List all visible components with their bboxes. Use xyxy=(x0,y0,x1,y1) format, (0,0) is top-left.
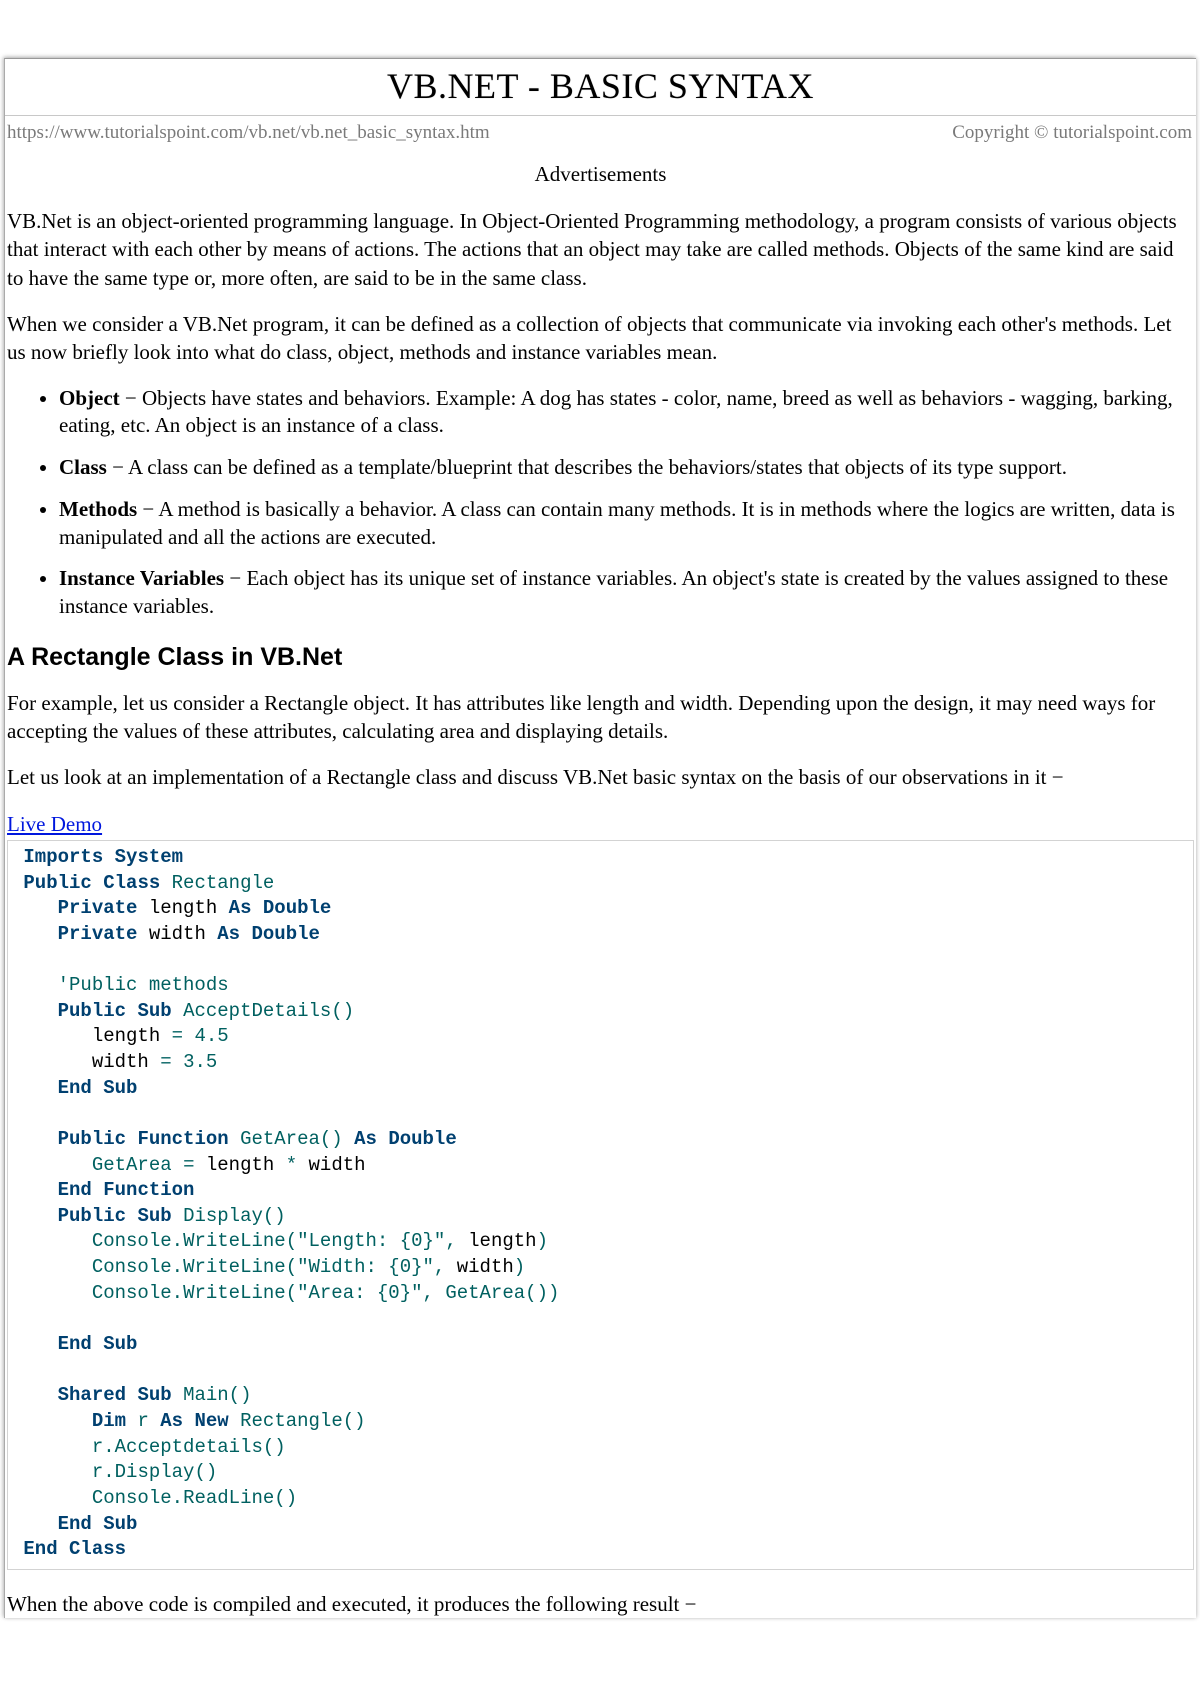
list-item: Object − Objects have states and behavio… xyxy=(59,385,1194,440)
term-methods-desc: − A method is basically a behavior. A cl… xyxy=(59,497,1175,549)
term-object: Object xyxy=(59,386,120,410)
list-item: Methods − A method is basically a behavi… xyxy=(59,496,1194,551)
rectangle-paragraph-2: Let us look at an implementation of a Re… xyxy=(7,763,1194,791)
term-methods: Methods xyxy=(59,497,137,521)
copyright-text: Copyright © tutorialspoint.com xyxy=(952,122,1192,144)
intro-paragraph-2: When we consider a VB.Net program, it ca… xyxy=(7,310,1194,367)
list-item: Instance Variables − Each object has its… xyxy=(59,565,1194,620)
code-block: Imports System Public Class Rectangle Pr… xyxy=(7,840,1194,1570)
intro-paragraph-1: VB.Net is an object-oriented programming… xyxy=(7,207,1194,292)
term-class-desc: − A class can be defined as a template/b… xyxy=(107,455,1067,479)
result-paragraph: When the above code is compiled and exec… xyxy=(7,1590,1194,1618)
article-body: VB.Net is an object-oriented programming… xyxy=(5,207,1196,1618)
rectangle-paragraph-1: For example, let us consider a Rectangle… xyxy=(7,689,1194,746)
list-item: Class − A class can be defined as a temp… xyxy=(59,454,1194,482)
live-demo-link[interactable]: Live Demo xyxy=(7,812,102,836)
source-url: https://www.tutorialspoint.com/vb.net/vb… xyxy=(7,122,490,144)
document-page: VB.NET - BASIC SYNTAX https://www.tutori… xyxy=(0,0,1200,1698)
definitions-list: Object − Objects have states and behavio… xyxy=(7,385,1194,621)
content-frame: VB.NET - BASIC SYNTAX https://www.tutori… xyxy=(4,58,1196,1618)
term-instance-variables: Instance Variables xyxy=(59,566,224,590)
meta-row: https://www.tutorialspoint.com/vb.net/vb… xyxy=(5,116,1196,144)
page-title: VB.NET - BASIC SYNTAX xyxy=(5,65,1196,107)
term-class: Class xyxy=(59,455,107,479)
advertisements-label: Advertisements xyxy=(5,162,1196,187)
term-object-desc: − Objects have states and behaviors. Exa… xyxy=(59,386,1173,438)
term-instance-variables-desc: − Each object has its unique set of inst… xyxy=(59,566,1168,618)
section-heading-rectangle: A Rectangle Class in VB.Net xyxy=(7,641,1194,675)
